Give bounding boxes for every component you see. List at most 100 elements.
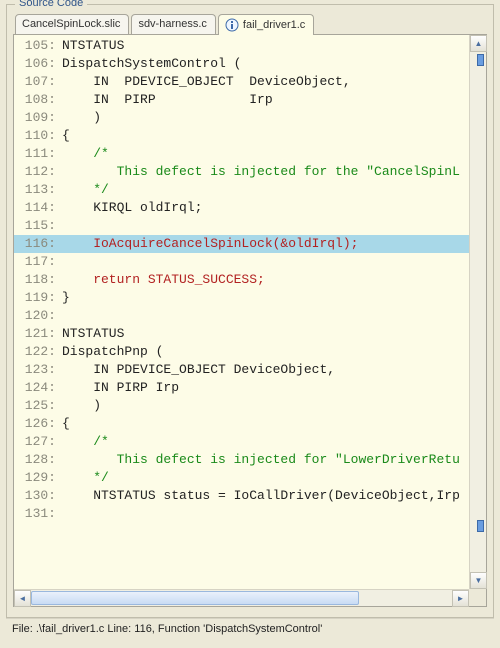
line-code: IoAcquireCancelSpinLock(&oldIrql); [62,235,358,253]
tab-sdv-harness[interactable]: sdv-harness.c [131,14,215,34]
code-line[interactable]: 106:DispatchSystemControl ( [14,55,469,73]
line-code: This defect is injected for the "CancelS… [62,163,460,181]
source-code-panel: Source Code CancelSpinLock.slic sdv-harn… [6,4,494,618]
tab-label: fail_driver1.c [243,19,305,31]
scrollbar-corner [469,589,486,606]
code-line[interactable]: 113: */ [14,181,469,199]
code-line[interactable]: 112: This defect is injected for the "Ca… [14,163,469,181]
line-number: 130: [14,487,62,505]
code-line[interactable]: 125: ) [14,397,469,415]
line-code: /* [62,145,109,163]
tab-label: CancelSpinLock.slic [22,18,120,30]
line-code: IN PDEVICE_OBJECT DeviceObject, [62,73,351,91]
info-icon [225,18,239,32]
line-code: ) [62,397,101,415]
line-number: 123: [14,361,62,379]
line-code: DispatchPnp ( [62,343,163,361]
code-line[interactable]: 109: ) [14,109,469,127]
line-code: ) [62,109,101,127]
line-number: 121: [14,325,62,343]
line-code: { [62,127,70,145]
line-code: IN PDEVICE_OBJECT DeviceObject, [62,361,335,379]
scroll-down-button[interactable]: ▼ [470,572,487,589]
code-line[interactable]: 124: IN PIRP Irp [14,379,469,397]
hscroll-track[interactable] [31,590,452,606]
code-line[interactable]: 127: /* [14,433,469,451]
line-number: 117: [14,253,62,271]
scroll-up-button[interactable]: ▲ [470,35,487,52]
status-bar: File: .\fail_driver1.c Line: 116, Functi… [6,618,494,638]
line-number: 108: [14,91,62,109]
code-line[interactable]: 117: [14,253,469,271]
code-line[interactable]: 108: IN PIRP Irp [14,91,469,109]
hscroll-thumb[interactable] [31,591,359,605]
line-number: 111: [14,145,62,163]
code-line[interactable]: 122:DispatchPnp ( [14,343,469,361]
line-code: } [62,289,70,307]
line-number: 114: [14,199,62,217]
line-code: NTSTATUS status = IoCallDriver(DeviceObj… [62,487,460,505]
code-line[interactable]: 123: IN PDEVICE_OBJECT DeviceObject, [14,361,469,379]
line-number: 116: [14,235,62,253]
line-code: NTSTATUS [62,37,124,55]
file-tabs: CancelSpinLock.slic sdv-harness.c fail_d… [13,13,487,35]
line-number: 127: [14,433,62,451]
code-line[interactable]: 131: [14,505,469,523]
line-number: 109: [14,109,62,127]
tab-fail-driver1[interactable]: fail_driver1.c [218,14,314,35]
line-number: 105: [14,37,62,55]
code-line[interactable]: 130: NTSTATUS status = IoCallDriver(Devi… [14,487,469,505]
line-code: DispatchSystemControl ( [62,55,241,73]
line-number: 120: [14,307,62,325]
code-line[interactable]: 128: This defect is injected for "LowerD… [14,451,469,469]
code-editor[interactable]: 105:NTSTATUS106:DispatchSystemControl (1… [14,35,469,589]
code-line[interactable]: 111: /* [14,145,469,163]
panel-title: Source Code [15,0,87,9]
line-number: 119: [14,289,62,307]
line-number: 124: [14,379,62,397]
line-code: KIRQL oldIrql; [62,199,202,217]
code-line[interactable]: 121:NTSTATUS [14,325,469,343]
line-number: 131: [14,505,62,523]
code-line[interactable]: 116: IoAcquireCancelSpinLock(&oldIrql); [14,235,469,253]
line-number: 128: [14,451,62,469]
line-number: 122: [14,343,62,361]
code-line[interactable]: 118: return STATUS_SUCCESS; [14,271,469,289]
scroll-right-button[interactable]: ► [452,590,469,607]
code-line[interactable]: 110:{ [14,127,469,145]
line-number: 118: [14,271,62,289]
line-number: 126: [14,415,62,433]
line-code: IN PIRP Irp [62,379,179,397]
line-number: 125: [14,397,62,415]
line-number: 107: [14,73,62,91]
status-text: File: .\fail_driver1.c Line: 116, Functi… [12,623,322,635]
line-code: */ [62,181,109,199]
line-code: /* [62,433,109,451]
code-line[interactable]: 105:NTSTATUS [14,37,469,55]
vertical-scrollbar[interactable]: ▲ ▼ [469,35,486,589]
line-number: 129: [14,469,62,487]
horizontal-scrollbar[interactable]: ◄ ► [14,589,469,606]
tab-label: sdv-harness.c [138,18,206,30]
line-code: This defect is injected for "LowerDriver… [62,451,460,469]
code-line[interactable]: 114: KIRQL oldIrql; [14,199,469,217]
line-code: return STATUS_SUCCESS; [62,271,265,289]
line-code: { [62,415,70,433]
code-line[interactable]: 119:} [14,289,469,307]
scroll-marker [477,54,484,66]
scroll-left-button[interactable]: ◄ [14,590,31,607]
line-code: */ [62,469,109,487]
line-code: NTSTATUS [62,325,124,343]
vscroll-track[interactable] [470,52,486,572]
code-line[interactable]: 107: IN PDEVICE_OBJECT DeviceObject, [14,73,469,91]
code-line[interactable]: 115: [14,217,469,235]
code-line[interactable]: 120: [14,307,469,325]
code-line[interactable]: 126:{ [14,415,469,433]
tab-cancelspinlock[interactable]: CancelSpinLock.slic [15,14,129,34]
code-line[interactable]: 129: */ [14,469,469,487]
line-number: 106: [14,55,62,73]
scroll-marker [477,520,484,532]
line-number: 110: [14,127,62,145]
line-code: IN PIRP Irp [62,91,273,109]
line-number: 113: [14,181,62,199]
